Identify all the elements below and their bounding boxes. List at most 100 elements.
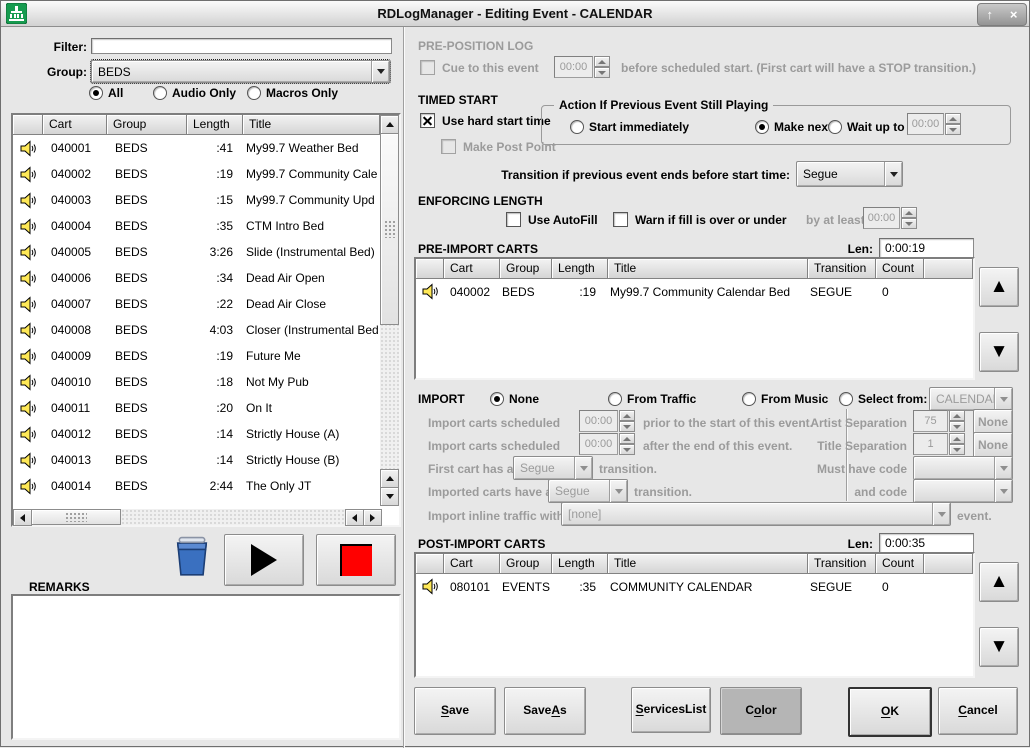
table-row[interactable]: 040011BEDS:20On It <box>13 395 380 421</box>
table-row[interactable]: 040004BEDS:35CTM Intro Bed <box>13 213 380 239</box>
select-from-dropdown[interactable]: CALENDAR <box>929 387 1013 411</box>
header-group[interactable]: Group <box>500 554 552 574</box>
play-button[interactable] <box>224 534 304 586</box>
pre-import-move-down-button[interactable]: ▼ <box>979 332 1019 372</box>
cue-time-spinbox[interactable]: 00:00 <box>554 56 610 78</box>
header-length[interactable]: Length <box>552 259 608 279</box>
use-autofill-checkbox[interactable] <box>506 212 521 227</box>
radio-all[interactable] <box>89 86 103 100</box>
header-length[interactable]: Length <box>552 554 608 574</box>
title-separation-spinbox[interactable]: 1 <box>913 433 965 455</box>
remarks-input[interactable] <box>11 594 401 740</box>
hscroll-left2-button[interactable] <box>345 509 364 526</box>
radio-from-traffic[interactable] <box>608 392 622 406</box>
make-post-point-checkbox[interactable] <box>441 139 456 154</box>
vscroll-slider[interactable] <box>380 133 399 325</box>
table-row[interactable]: 040010BEDS:18Not My Pub <box>13 369 380 395</box>
imported-carts-transition-select[interactable]: Segue <box>548 479 628 503</box>
vscroll-up-button[interactable] <box>380 115 399 134</box>
spin-down-icon[interactable] <box>594 67 610 78</box>
header-icon[interactable] <box>416 554 444 574</box>
header-cart[interactable]: Cart <box>444 554 500 574</box>
header-icon[interactable] <box>13 115 43 135</box>
radio-macros-only[interactable] <box>247 86 261 100</box>
header-count[interactable]: Count <box>876 259 924 279</box>
spin-down-icon[interactable] <box>949 421 965 432</box>
ok-button[interactable]: OK <box>848 687 932 737</box>
color-button[interactable]: Color <box>720 687 802 735</box>
hscroll-right-button[interactable] <box>363 509 382 526</box>
table-row[interactable]: 040008BEDS4:03Closer (Instrumental Bed <box>13 317 380 343</box>
spin-up-icon[interactable] <box>619 410 635 421</box>
by-at-least-spinbox[interactable]: 00:00 <box>863 207 917 229</box>
must-have-code-select[interactable] <box>913 456 1013 480</box>
spin-down-icon[interactable] <box>619 444 635 455</box>
table-row[interactable]: 040002BEDS:19My99.7 Community Cale <box>13 161 380 187</box>
save-button[interactable]: Save <box>414 687 496 735</box>
title-bar[interactable]: RDLogManager - Editing Event - CALENDAR … <box>1 1 1029 27</box>
header-count[interactable]: Count <box>876 554 924 574</box>
spin-down-icon[interactable] <box>945 124 961 135</box>
table-row[interactable]: 040002BEDS:19My99.7 Community Calendar B… <box>416 279 973 304</box>
spin-up-icon[interactable] <box>949 433 965 444</box>
warn-fill-checkbox[interactable] <box>613 212 628 227</box>
table-row[interactable]: 040012BEDS:14Strictly House (A) <box>13 421 380 447</box>
post-import-move-up-button[interactable]: ▲ <box>979 562 1019 602</box>
close-button[interactable]: × <box>1010 5 1018 24</box>
transition-select[interactable]: Segue <box>796 161 903 187</box>
table-row[interactable]: 040001BEDS:41My99.7 Weather Bed <box>13 135 380 161</box>
table-row[interactable]: 040005BEDS3:26Slide (Instrumental Bed) <box>13 239 380 265</box>
save-as-button[interactable]: Save As <box>504 687 586 735</box>
header-length[interactable]: Length <box>187 115 243 135</box>
post-import-move-down-button[interactable]: ▼ <box>979 627 1019 667</box>
radio-make-next[interactable] <box>755 120 769 134</box>
radio-select-from[interactable] <box>839 392 853 406</box>
spin-down-icon[interactable] <box>901 218 917 229</box>
header-blank[interactable] <box>924 259 973 279</box>
header-icon[interactable] <box>416 259 444 279</box>
radio-from-music[interactable] <box>742 392 756 406</box>
table-row[interactable]: 040009BEDS:19Future Me <box>13 343 380 369</box>
table-row[interactable]: 040007BEDS:22Dead Air Close <box>13 291 380 317</box>
header-blank[interactable] <box>924 554 973 574</box>
spin-up-icon[interactable] <box>594 56 610 67</box>
trash-icon[interactable] <box>173 532 211 578</box>
spin-up-icon[interactable] <box>901 207 917 218</box>
title-separation-none-button[interactable]: None <box>973 432 1013 458</box>
sched-prior-spinbox[interactable]: 00:00 <box>579 410 635 432</box>
wait-up-to-spinbox[interactable]: 00:00 <box>907 113 961 135</box>
inline-traffic-select[interactable]: [none] <box>561 502 951 526</box>
use-hard-start-checkbox[interactable] <box>420 113 435 128</box>
vscroll-up2-button[interactable] <box>380 469 399 488</box>
spin-up-icon[interactable] <box>619 433 635 444</box>
table-row[interactable]: 040014BEDS2:44The Only JT <box>13 473 380 499</box>
header-group[interactable]: Group <box>500 259 552 279</box>
table-row[interactable]: 080101EVENTS:35COMMUNITY CALENDARSEGUE0 <box>416 574 973 599</box>
hscroll-slider[interactable] <box>31 509 121 525</box>
spin-up-icon[interactable] <box>949 410 965 421</box>
vscroll-down-button[interactable] <box>380 487 399 506</box>
services-list-button[interactable]: Services List <box>631 687 711 733</box>
header-title[interactable]: Title <box>243 115 380 135</box>
cue-to-event-checkbox[interactable] <box>420 60 435 75</box>
stop-button[interactable] <box>316 534 396 586</box>
header-title[interactable]: Title <box>608 554 808 574</box>
table-row[interactable]: 040006BEDS:34Dead Air Open <box>13 265 380 291</box>
header-transition[interactable]: Transition <box>808 554 876 574</box>
radio-audio-only[interactable] <box>153 86 167 100</box>
radio-import-none[interactable] <box>490 392 504 406</box>
first-cart-transition-select[interactable]: Segue <box>513 456 593 480</box>
group-select[interactable]: BEDS <box>91 60 390 83</box>
header-transition[interactable]: Transition <box>808 259 876 279</box>
table-row[interactable]: 040003BEDS:15My99.7 Community Upd <box>13 187 380 213</box>
header-title[interactable]: Title <box>608 259 808 279</box>
artist-separation-spinbox[interactable]: 75 <box>913 410 965 432</box>
radio-start-immediately[interactable] <box>570 120 584 134</box>
table-row[interactable]: 040013BEDS:14Strictly House (B) <box>13 447 380 473</box>
spin-down-icon[interactable] <box>949 444 965 455</box>
sched-after-spinbox[interactable]: 00:00 <box>579 433 635 455</box>
header-group[interactable]: Group <box>107 115 187 135</box>
radio-wait-up-to[interactable] <box>828 120 842 134</box>
spin-up-icon[interactable] <box>945 113 961 124</box>
spin-down-icon[interactable] <box>619 421 635 432</box>
